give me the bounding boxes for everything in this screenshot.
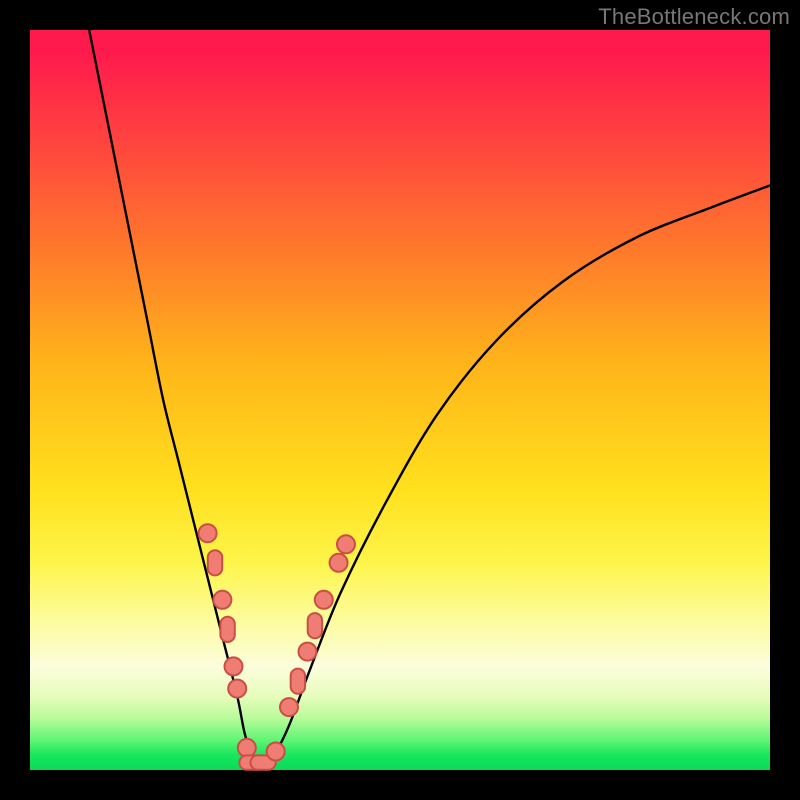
chart-svg	[30, 30, 770, 770]
plot-area	[30, 30, 770, 770]
chart-frame: TheBottleneck.com	[0, 0, 800, 800]
data-marker	[208, 550, 222, 575]
data-marker	[337, 535, 355, 553]
data-marker	[199, 524, 217, 542]
data-marker	[308, 613, 322, 638]
data-marker	[291, 669, 305, 694]
marker-layer	[199, 524, 355, 770]
data-marker	[238, 739, 256, 757]
data-marker	[330, 554, 348, 572]
data-marker	[228, 680, 246, 698]
watermark-text: TheBottleneck.com	[598, 4, 790, 30]
data-marker	[220, 617, 234, 642]
data-marker	[280, 698, 298, 716]
data-marker	[299, 643, 317, 661]
data-marker	[315, 591, 333, 609]
bottleneck-curve	[89, 30, 770, 764]
data-marker	[267, 743, 285, 761]
data-marker	[225, 657, 243, 675]
data-marker	[213, 591, 231, 609]
